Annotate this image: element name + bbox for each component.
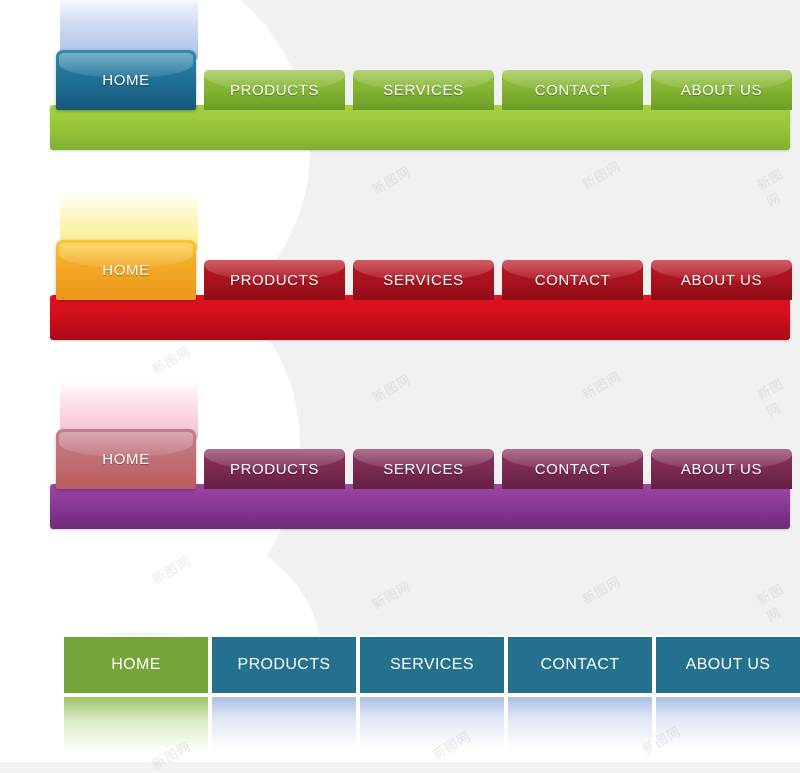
- nav-item-label: PRODUCTS: [230, 460, 319, 478]
- nav-item-label: HOME: [102, 71, 150, 89]
- navbar-strip: [50, 295, 790, 340]
- nav-item-label: SERVICES: [390, 656, 474, 673]
- nav-item-home[interactable]: HOME: [56, 429, 196, 489]
- nav-item-label: PRODUCTS: [230, 271, 319, 289]
- nav-item-about-us[interactable]: ABOUT US: [651, 260, 792, 300]
- nav-item-services[interactable]: SERVICES: [353, 70, 494, 110]
- nav-item-label: CONTACT: [540, 656, 620, 673]
- nav-item-label: CONTACT: [534, 81, 611, 99]
- nav-item-home[interactable]: HOME: [56, 50, 196, 110]
- nav-item-label: CONTACT: [534, 460, 611, 478]
- reflection-segment: [654, 697, 800, 759]
- nav-item-products[interactable]: PRODUCTS: [204, 70, 345, 110]
- nav-item-contact[interactable]: CONTACT: [502, 449, 643, 489]
- nav-item-home[interactable]: HOME: [62, 635, 210, 695]
- nav-item-label: HOME: [102, 261, 150, 279]
- nav-item-about-us[interactable]: ABOUT US: [654, 635, 800, 695]
- navbar-items: HOME PRODUCTS SERVICES CONTACT ABOUT US: [62, 635, 800, 695]
- nav-item-label: CONTACT: [534, 271, 611, 289]
- nav-item-products[interactable]: PRODUCTS: [204, 260, 345, 300]
- nav-item-home[interactable]: HOME: [56, 240, 196, 300]
- nav-item-label: ABOUT US: [680, 81, 763, 99]
- nav-item-products[interactable]: PRODUCTS: [210, 635, 358, 695]
- reflection-segment: [210, 697, 358, 759]
- nav-item-label: PRODUCTS: [230, 81, 319, 99]
- reflection-segment: [358, 697, 506, 759]
- nav-item-contact[interactable]: CONTACT: [502, 260, 643, 300]
- nav-item-contact[interactable]: CONTACT: [506, 635, 654, 695]
- nav-item-services[interactable]: SERVICES: [358, 635, 506, 695]
- nav-item-label: SERVICES: [383, 460, 464, 478]
- reflection-segment: [62, 697, 210, 759]
- reflection-segment: [506, 697, 654, 759]
- nav-item-products[interactable]: PRODUCTS: [204, 449, 345, 489]
- nav-item-about-us[interactable]: ABOUT US: [651, 70, 792, 110]
- navbar-strip: [50, 484, 790, 529]
- nav-item-services[interactable]: SERVICES: [353, 260, 494, 300]
- nav-item-about-us[interactable]: ABOUT US: [651, 449, 792, 489]
- navbar-strip: [50, 105, 790, 150]
- nav-item-label: SERVICES: [383, 81, 464, 99]
- nav-item-services[interactable]: SERVICES: [353, 449, 494, 489]
- nav-item-label: SERVICES: [383, 271, 464, 289]
- nav-item-label: ABOUT US: [680, 460, 763, 478]
- nav-item-label: HOME: [102, 450, 150, 468]
- nav-item-label: ABOUT US: [685, 656, 771, 673]
- nav-item-contact[interactable]: CONTACT: [502, 70, 643, 110]
- nav-item-label: HOME: [111, 656, 161, 673]
- nav-item-label: PRODUCTS: [237, 656, 331, 673]
- navbar-reflection: [62, 697, 800, 759]
- nav-item-label: ABOUT US: [680, 271, 763, 289]
